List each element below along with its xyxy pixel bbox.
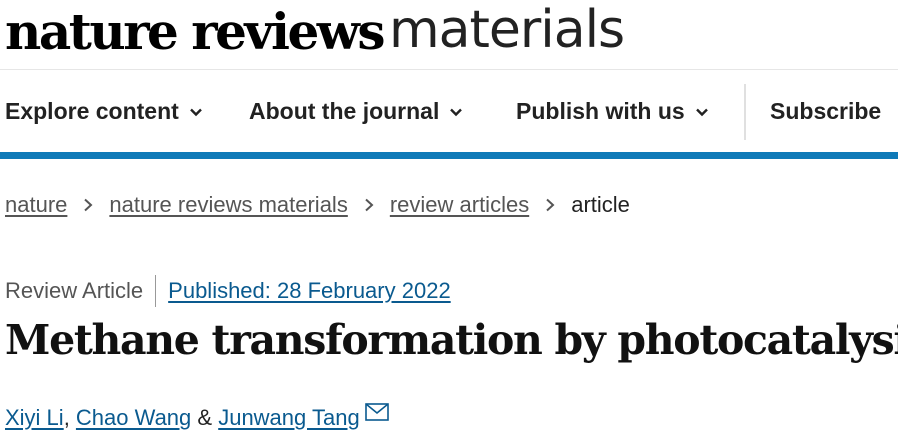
- meta-divider: [155, 275, 157, 307]
- subscribe-link[interactable]: Subscribe: [770, 98, 881, 125]
- logo-nature-reviews: nature reviews: [5, 2, 385, 61]
- chevron-down-icon: [695, 108, 708, 116]
- nav-explore-content[interactable]: Explore content: [5, 98, 203, 125]
- author-link[interactable]: Chao Wang: [76, 405, 191, 431]
- accent-band: [0, 152, 898, 159]
- breadcrumb-nature-reviews-materials[interactable]: nature reviews materials: [109, 192, 347, 218]
- article-meta: Review Article Published: 28 February 20…: [5, 275, 451, 307]
- nav-publish-with-us[interactable]: Publish with us: [516, 98, 709, 125]
- breadcrumb: nature nature reviews materials review a…: [5, 192, 630, 218]
- author-list: Xiyi Li , Chao Wang & Junwang Tang: [5, 403, 389, 431]
- article-title: Methane transformation by photocatalysis: [5, 316, 898, 364]
- main-navigation: Explore content About the journal Publis…: [0, 70, 898, 152]
- chevron-right-icon: [546, 198, 555, 212]
- breadcrumb-review-articles[interactable]: review articles: [390, 192, 529, 218]
- logo-materials: materials: [389, 0, 625, 60]
- author-link[interactable]: Xiyi Li: [5, 405, 64, 431]
- nav-divider: [744, 84, 746, 140]
- nav-explore-content-label: Explore content: [5, 98, 179, 124]
- chevron-right-icon: [365, 198, 374, 212]
- nav-about-the-journal[interactable]: About the journal: [249, 98, 463, 125]
- chevron-right-icon: [84, 198, 93, 212]
- breadcrumb-nature[interactable]: nature: [5, 192, 67, 218]
- author-link[interactable]: Junwang Tang: [218, 405, 360, 431]
- chevron-down-icon: [450, 108, 463, 116]
- published-date-link[interactable]: Published: 28 February 2022: [168, 278, 451, 304]
- author-separator: &: [191, 405, 219, 430]
- breadcrumb-current: article: [571, 192, 630, 217]
- article-type: Review Article: [5, 278, 144, 303]
- envelope-icon[interactable]: [364, 403, 389, 421]
- journal-logo[interactable]: nature reviews materials: [5, 0, 885, 68]
- nav-publish-with-us-label: Publish with us: [516, 98, 685, 124]
- author-separator: ,: [63, 405, 76, 430]
- nav-about-the-journal-label: About the journal: [249, 98, 440, 124]
- subscribe-label: Subscribe: [770, 98, 882, 124]
- chevron-down-icon: [189, 108, 202, 116]
